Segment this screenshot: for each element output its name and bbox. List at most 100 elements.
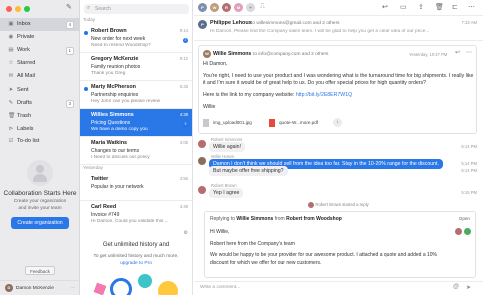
lock-icon[interactable]: ⎍	[260, 3, 265, 11]
message-list: ⌕ Search Today Robert Brown 9:14 New order…	[80, 0, 193, 295]
message-subject: New order for next week	[91, 36, 146, 42]
sidebar-item-to-do-list[interactable]: ☑ To-do list	[0, 135, 80, 148]
count-badge: 3	[65, 100, 74, 108]
message-more-icon[interactable]: ⋯	[466, 49, 472, 56]
zoom-window-button[interactable]	[24, 6, 30, 12]
mention-icon[interactable]: @	[453, 284, 459, 290]
message-preview: I Need to discuss our policy	[91, 155, 150, 160]
archive-icon[interactable]: ▭	[400, 3, 407, 11]
comment-bubble: Willie again!	[209, 142, 245, 152]
send-icon[interactable]: ➤	[466, 284, 471, 291]
inbox-icon: ▣	[8, 21, 14, 27]
sidebar-item-trash[interactable]: 🗑 Trash	[0, 110, 80, 123]
work-icon: ▤	[8, 47, 14, 53]
sidebar-item-label: Work	[17, 47, 30, 53]
pdf-file-icon	[269, 119, 275, 127]
sidebar-item-drafts[interactable]: ✎ Drafts 3	[0, 97, 80, 110]
message-list-item[interactable]: Maria Watkins 2:05 Changes to our terms I N…	[80, 137, 192, 165]
company-website-link[interactable]: http://bit.ly/2E8ER7W1Q	[296, 92, 352, 98]
attachment-pdf[interactable]: quote-W...more.pdf	[269, 117, 329, 129]
sidebar-item-private[interactable]: ◉ Private	[0, 31, 80, 44]
team-avatar-4[interactable]: M	[234, 3, 243, 12]
sidebar-item-label: Sent	[17, 87, 29, 93]
upgrade-link[interactable]: upgrade to Pro	[120, 261, 152, 266]
user-name: Damon McKenzie	[16, 286, 54, 291]
compose-icon[interactable]: ✎	[66, 3, 72, 11]
comment-bubble: Yep I agree	[209, 188, 244, 198]
attachment-image[interactable]: img_upload001.jpg	[203, 117, 263, 129]
unread-dot	[84, 31, 88, 35]
minimize-window-button[interactable]	[15, 6, 21, 12]
search-icon: ⌕	[87, 5, 91, 11]
message-list-item[interactable]: Gregory McKenzie 9:12 Family reunion photo…	[80, 53, 192, 81]
message-subject: Pricing Questions	[91, 120, 131, 126]
collab-avatar-1	[455, 228, 462, 235]
reply-icon[interactable]: ↩	[455, 49, 460, 56]
comment-time: 5:14 PM	[461, 168, 477, 173]
message-list-item[interactable]: Willies Simmons 4:38 Pricing Questions We h…	[80, 109, 192, 137]
add-member-icon[interactable]: +	[246, 3, 255, 12]
delete-icon[interactable]: 🗑	[435, 3, 444, 11]
search-input[interactable]: Search	[95, 6, 111, 12]
sidebar-item-sent[interactable]: ➤ Sent	[0, 84, 80, 97]
draft-reply-card[interactable]: Replying to Willie Simmons from Robert f…	[204, 211, 476, 278]
collapsed-message[interactable]: P Philippe Lehoux to willesimmons@gmail.…	[194, 17, 483, 41]
move-icon[interactable]: ⇪	[418, 3, 424, 11]
sidebar-item-work[interactable]: ▤ Work 1	[0, 44, 80, 57]
comment-time: 5:14 PM	[461, 161, 477, 166]
private-icon: ◉	[8, 34, 14, 40]
label-icon[interactable]: ⊏	[452, 3, 458, 11]
more-options-icon[interactable]: ⋯	[468, 3, 475, 11]
message-time: 9:14	[179, 28, 188, 33]
sidebar-item-inbox[interactable]: ▣ Inbox 4	[0, 18, 80, 31]
user-bar[interactable]: D Damon McKenzie ⋯	[0, 280, 80, 295]
body-paragraph: You're right, I need to use your product…	[203, 72, 474, 87]
decor-ring	[110, 278, 132, 295]
sidebar-item-label: Starred	[17, 60, 36, 66]
body-greeting: Hi Damon,	[203, 61, 228, 67]
message-sender: Twitter	[91, 176, 109, 182]
upgrade-title: Get unlimited history and	[102, 242, 170, 248]
message-subject: Changes to our terms	[91, 148, 140, 154]
trash-icon: 🗑	[8, 113, 16, 119]
reply-all-icon[interactable]: ↩	[382, 3, 388, 11]
comment-input[interactable]: Write a comment...	[200, 285, 240, 290]
open-draft-button[interactable]: Open	[459, 216, 470, 221]
comment-time: 5:15 PM	[461, 190, 477, 195]
team-avatar-1[interactable]: P	[198, 3, 207, 12]
message-to: to info@company.com and 2 others	[253, 51, 329, 57]
message-preview: Hi Damon, Could you validate this ...	[91, 219, 169, 224]
attachment-name: img_upload001.jpg	[213, 120, 252, 125]
feedback-button[interactable]: Feedback	[25, 266, 55, 275]
sender-avatar: P	[198, 20, 207, 29]
body-signature: Willie	[203, 104, 216, 110]
header-recipients: to willesimmons@gmail.com and 2 others	[251, 20, 340, 26]
team-avatar-2[interactable]: W	[210, 3, 219, 12]
sidebar-item-all-mail[interactable]: ✉ All Mail	[0, 70, 80, 83]
sidebar-item-starred[interactable]: ☆ Starred	[0, 57, 80, 70]
message-card: W Willie Simmons to info@company.com and…	[198, 45, 477, 134]
message-time: 4:49	[179, 204, 188, 209]
settings-icon[interactable]: ⚙	[184, 230, 188, 236]
collab-title: Collaboration Starts Here	[3, 190, 77, 197]
download-icon[interactable]: ↓	[333, 118, 342, 127]
message-sender: Marty McPherson	[91, 84, 136, 90]
search-bar[interactable]: ⌕ Search	[84, 4, 189, 14]
message-list-item[interactable]: Robert Brown 9:14 New order for next week N…	[80, 25, 192, 53]
decor-circle	[138, 274, 152, 288]
create-organization-button[interactable]: Create organization	[11, 217, 69, 229]
message-list-item[interactable]: Carl Reed 4:49 Invoice #749 Hi Damon, Could…	[80, 201, 192, 229]
attachment-name: quote-W...more.pdf	[279, 120, 319, 125]
message-list-item[interactable]: Marty McPherson 5:33 Partnership enquiries…	[80, 81, 192, 109]
reply-intro: Robert here from the Company's team	[210, 240, 295, 247]
message-list-item[interactable]: Twitter 4:56 Popular in your network	[80, 173, 192, 201]
collab-text: Create your organization and invite your…	[13, 199, 67, 211]
commenter-avatar	[198, 140, 206, 148]
more-icon[interactable]: ⋯	[70, 285, 75, 291]
reply-from-label: from	[274, 216, 285, 222]
close-window-button[interactable]	[6, 6, 12, 12]
team-avatar-3[interactable]: R	[222, 3, 231, 12]
section-today: Today	[83, 17, 96, 22]
message-preview: Hey John can you please review	[91, 99, 161, 104]
toolbar: P W R M + ⎍ ↩ ▭ ⇪ 🗑 ⊏ ⋯	[194, 0, 483, 16]
